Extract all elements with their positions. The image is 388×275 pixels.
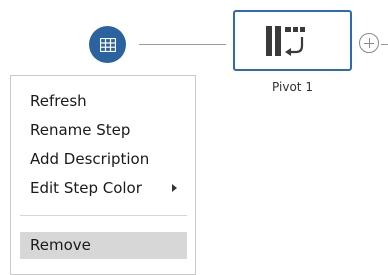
menu-item-label: Edit Step Color	[30, 179, 142, 197]
menu-divider	[20, 215, 187, 216]
flow-connector-out	[381, 44, 388, 45]
menu-item-rename-step[interactable]: Rename Step	[20, 117, 187, 144]
input-step-node[interactable]	[89, 26, 126, 63]
flow-connector	[139, 44, 226, 45]
menu-item-refresh[interactable]: Refresh	[20, 88, 187, 115]
menu-item-edit-step-color[interactable]: Edit Step Color	[20, 175, 187, 202]
add-step-button[interactable]	[359, 33, 379, 53]
pivot-step-label: Pivot 1	[272, 80, 313, 94]
pivot-step-node[interactable]	[233, 10, 352, 71]
pivot-icon	[266, 26, 305, 56]
context-menu: Refresh Rename Step Add Description Edit…	[10, 75, 196, 275]
submenu-arrow-icon	[172, 184, 177, 192]
menu-item-remove[interactable]: Remove	[20, 232, 187, 259]
table-grid-icon	[99, 37, 116, 52]
flow-canvas[interactable]: Pivot 1 Refresh Rename Step Add Descript…	[0, 0, 388, 275]
menu-item-add-description[interactable]: Add Description	[20, 146, 187, 173]
